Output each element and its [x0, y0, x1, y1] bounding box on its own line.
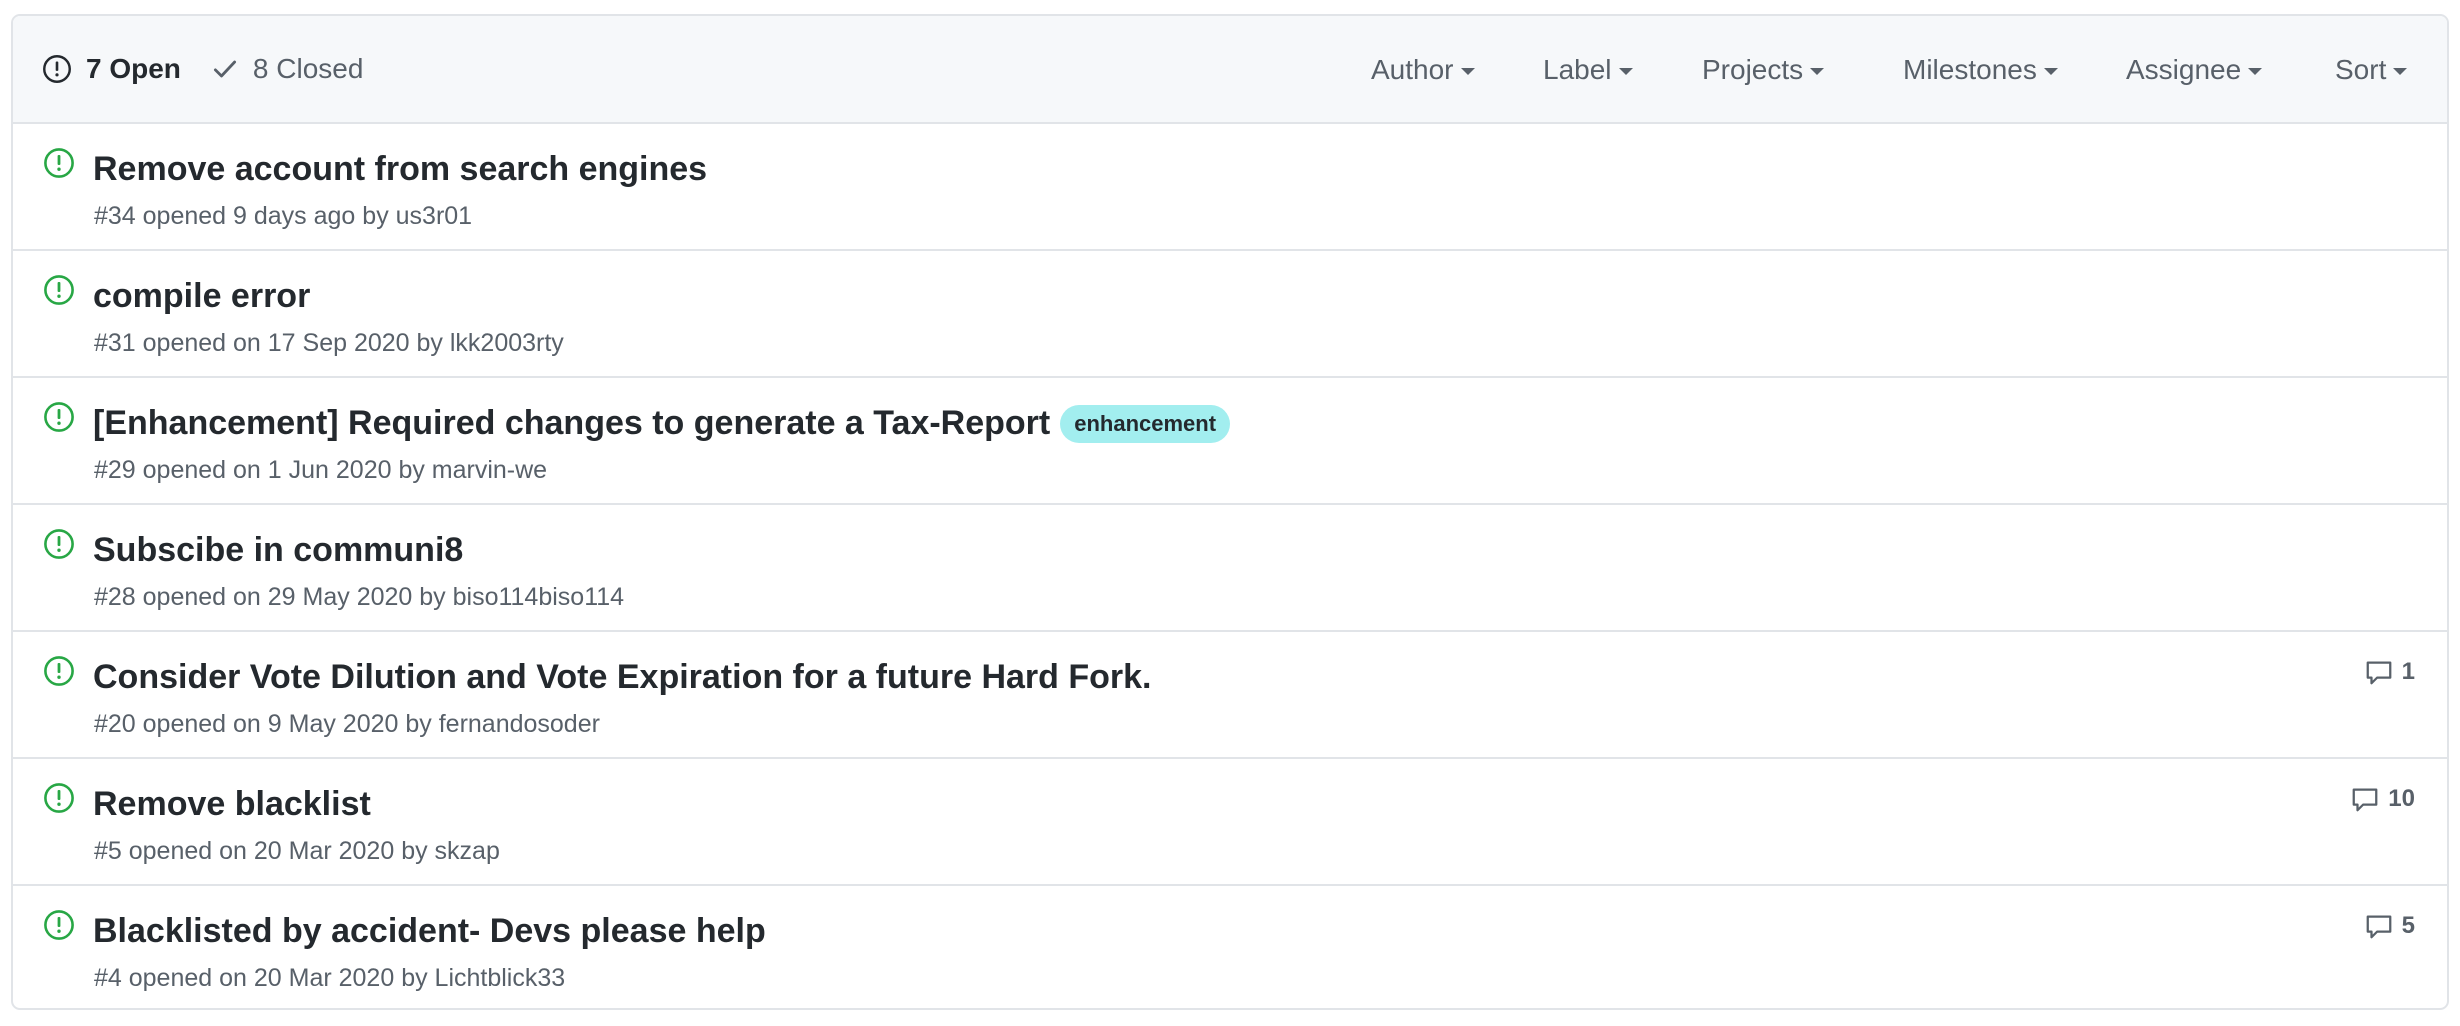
- open-issues-count: 7 Open: [86, 53, 181, 84]
- issue-title-link[interactable]: compile error: [93, 277, 310, 316]
- issue-row[interactable]: compile error #31 opened on 17 Sep 2020 …: [13, 251, 2447, 378]
- caret-down-icon: [2393, 67, 2408, 75]
- comment-icon: [2366, 915, 2392, 939]
- open-issues-tab[interactable]: 7 Open: [42, 53, 181, 85]
- issue-opened-icon: [44, 783, 74, 813]
- issue-opened-icon: [44, 910, 74, 940]
- issue-row[interactable]: Subscibe in communi8 #28 opened on 29 Ma…: [13, 505, 2447, 632]
- issue-title: compile error: [93, 277, 311, 315]
- issue-meta: #34 opened 9 days ago by us3r01: [94, 202, 473, 230]
- issue-title: Blacklisted by accident- Devs please hel…: [93, 912, 766, 950]
- issues-list-header: 7 Open 8 Closed Author Label Projects Mi…: [13, 16, 2447, 124]
- issue-opened-icon: [44, 402, 74, 432]
- milestones-filter[interactable]: Milestones: [1903, 54, 2058, 86]
- issue-meta: #4 opened on 20 Mar 2020 by Lichtblick33: [94, 964, 566, 992]
- milestones-filter-label: Milestones: [1903, 54, 2037, 85]
- caret-down-icon: [1810, 67, 1825, 75]
- assignee-filter-label: Assignee: [2126, 54, 2242, 85]
- label-filter[interactable]: Label: [1543, 54, 1633, 86]
- projects-filter-label: Projects: [1702, 54, 1804, 85]
- issue-title-link[interactable]: Remove blacklist: [93, 785, 371, 824]
- issue-meta: #29 opened on 1 Jun 2020 by marvin-we: [94, 456, 548, 484]
- filter-bar: Author Label Projects Milestones Assigne…: [13, 16, 2447, 124]
- caret-down-icon: [1460, 67, 1475, 75]
- issue-opened-icon: [44, 529, 74, 559]
- closed-issues-tab[interactable]: 8 Closed: [211, 53, 364, 85]
- state-toggle-group: 7 Open 8 Closed: [42, 53, 363, 85]
- issue-title: Remove blacklist: [93, 785, 371, 823]
- issue-title: Remove account from search engines: [93, 150, 708, 188]
- issues-list-box: 7 Open 8 Closed Author Label Projects Mi…: [11, 14, 2449, 1010]
- issue-row[interactable]: [Enhancement] Required changes to genera…: [13, 378, 2447, 505]
- comments-count: 10: [2388, 785, 2415, 812]
- comments-count: 1: [2401, 658, 2415, 685]
- issue-row[interactable]: Remove account from search engines #34 o…: [13, 124, 2447, 251]
- issue-meta: #20 opened on 9 May 2020 by fernandosode…: [94, 710, 600, 738]
- issue-meta: #28 opened on 29 May 2020 by biso114biso…: [94, 583, 625, 611]
- issue-row[interactable]: Blacklisted by accident- Devs please hel…: [13, 886, 2447, 1008]
- check-icon: [213, 60, 236, 78]
- issue-meta: #31 opened on 17 Sep 2020 by lkk2003rty: [94, 329, 564, 357]
- caret-down-icon: [2043, 67, 2058, 75]
- enhancement-label[interactable]: enhancement: [1060, 404, 1231, 443]
- caret-down-icon: [2248, 67, 2263, 75]
- comments-link[interactable]: 10: [2350, 784, 2415, 814]
- issue-row[interactable]: Consider Vote Dilution and Vote Expirati…: [13, 632, 2447, 759]
- issue-title-link[interactable]: Subscibe in communi8: [93, 531, 463, 570]
- sort-filter-label: Sort: [2335, 54, 2387, 85]
- sort-filter[interactable]: Sort: [2335, 54, 2408, 86]
- issue-opened-icon: [44, 275, 74, 305]
- author-filter-label: Author: [1371, 54, 1454, 85]
- comment-icon: [2366, 661, 2392, 685]
- comments-link[interactable]: 1: [2364, 657, 2415, 687]
- issue-opened-icon: [43, 55, 71, 83]
- assignee-filter[interactable]: Assignee: [2126, 54, 2263, 86]
- caret-down-icon: [1618, 67, 1633, 75]
- author-filter[interactable]: Author: [1371, 54, 1475, 86]
- issue-meta: #5 opened on 20 Mar 2020 by skzap: [94, 837, 500, 865]
- issue-title-link[interactable]: Blacklisted by accident- Devs please hel…: [93, 912, 766, 951]
- projects-filter[interactable]: Projects: [1702, 54, 1825, 86]
- comment-icon: [2352, 788, 2378, 812]
- comments-count: 5: [2401, 912, 2415, 939]
- issue-title-link[interactable]: [Enhancement] Required changes to genera…: [93, 404, 1231, 443]
- issue-row[interactable]: Remove blacklist #5 opened on 20 Mar 202…: [13, 759, 2447, 886]
- issue-opened-icon: [44, 656, 74, 686]
- comments-link[interactable]: 5: [2364, 911, 2415, 941]
- issue-title-link[interactable]: Consider Vote Dilution and Vote Expirati…: [93, 658, 1151, 697]
- issue-title: Subscibe in communi8: [93, 531, 464, 569]
- closed-issues-count: 8 Closed: [252, 53, 364, 84]
- issue-opened-icon: [44, 148, 74, 178]
- issue-title: Consider Vote Dilution and Vote Expirati…: [93, 658, 1152, 696]
- label-filter-label: Label: [1543, 54, 1612, 85]
- issue-title: [Enhancement] Required changes to genera…: [93, 404, 1051, 442]
- issue-title-link[interactable]: Remove account from search engines: [93, 150, 707, 189]
